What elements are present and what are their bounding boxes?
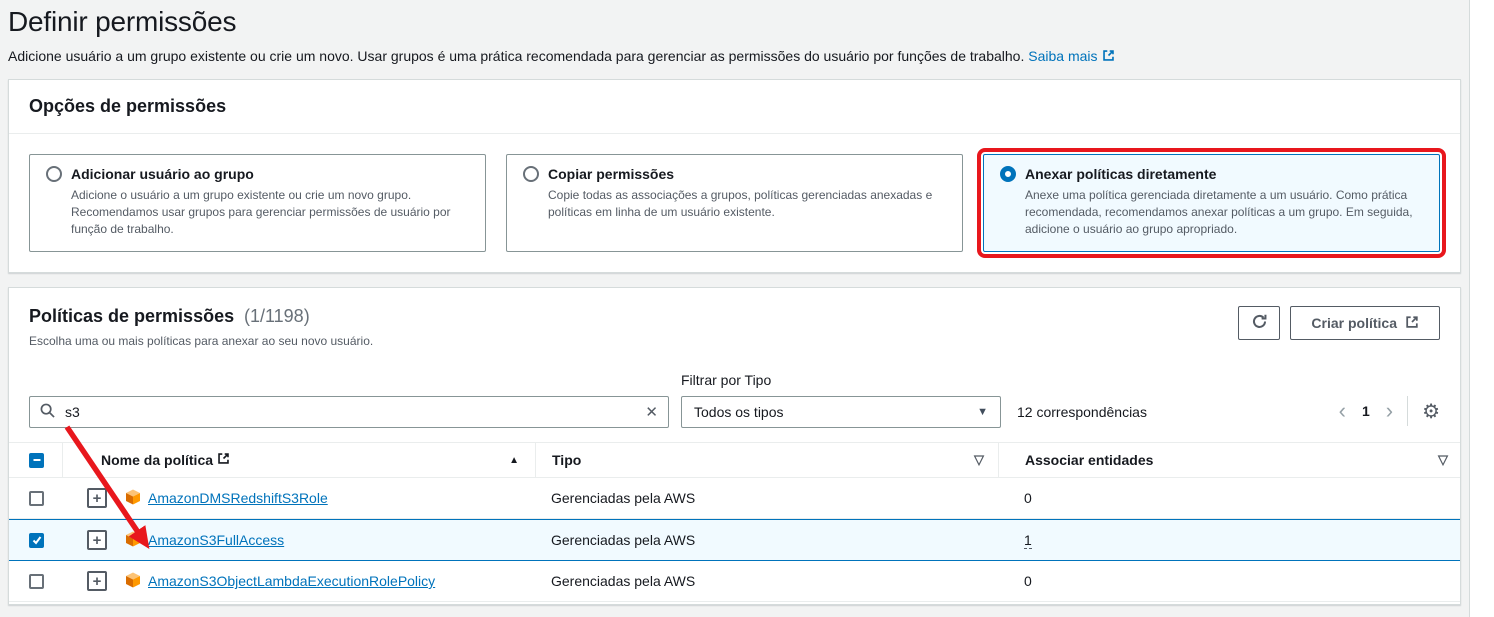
- row-checkbox-unchecked[interactable]: [29, 491, 44, 506]
- option-card-description: Adicione o usuário a um grupo existente …: [71, 187, 469, 238]
- match-count: 12 correspondências: [1013, 404, 1147, 428]
- policies-table: Nome da política ▲ Tipo ▽ Associar entid…: [9, 442, 1460, 602]
- option-card-description: Copie todas as associações a grupos, pol…: [548, 187, 946, 221]
- filter-icon[interactable]: ▽: [1438, 452, 1448, 468]
- learn-more-label: Saiba mais: [1028, 48, 1097, 64]
- policy-type: Gerenciadas pela AWS: [551, 490, 695, 506]
- option-card-description: Anexe uma política gerenciada diretament…: [1025, 187, 1423, 238]
- next-page-icon[interactable]: ›: [1386, 400, 1393, 422]
- learn-more-link[interactable]: Saiba mais: [1028, 48, 1114, 64]
- pagination: ‹ 1 ›: [1339, 400, 1393, 428]
- option-card-add-user-to-group[interactable]: Adicionar usuário ao grupo Adicione o us…: [29, 154, 486, 252]
- policy-name-link[interactable]: AmazonS3FullAccess: [148, 532, 284, 548]
- option-card-title: Copiar permissões: [548, 166, 674, 182]
- policy-type: Gerenciadas pela AWS: [551, 573, 695, 589]
- policies-title: Políticas de permissões: [29, 306, 234, 326]
- filter-icon[interactable]: ▽: [974, 452, 984, 468]
- page-title: Definir permissões: [8, 6, 1461, 38]
- table-row: + AmazonDMSRedshiftS3Role Gerenciadas pe…: [9, 478, 1460, 519]
- policy-search-input[interactable]: [63, 403, 637, 421]
- row-checkbox-unchecked[interactable]: [29, 574, 44, 589]
- row-checkbox-checked[interactable]: [29, 533, 44, 548]
- policy-name-link[interactable]: AmazonDMSRedshiftS3Role: [148, 490, 328, 506]
- page-number[interactable]: 1: [1362, 403, 1370, 419]
- permissions-options-container: Opções de permissões Adicionar usuário a…: [8, 79, 1461, 273]
- table-header-row: Nome da política ▲ Tipo ▽ Associar entid…: [9, 442, 1460, 478]
- option-card-copy-permissions[interactable]: Copiar permissões Copie todas as associa…: [506, 154, 963, 252]
- policy-name-link[interactable]: AmazonS3ObjectLambdaExecutionRolePolicy: [148, 573, 435, 589]
- policy-icon: [125, 572, 141, 591]
- search-icon: [40, 403, 55, 421]
- external-link-icon: [217, 452, 230, 468]
- policies-description: Escolha uma ou mais políticas para anexa…: [29, 334, 373, 348]
- type-filter-select[interactable]: Todos os tipos ▼: [681, 396, 1001, 428]
- expand-row-icon[interactable]: +: [87, 488, 107, 508]
- option-card-title: Anexar políticas diretamente: [1025, 166, 1216, 182]
- permissions-policies-container: Políticas de permissões (1/1198) Escolha…: [8, 287, 1461, 605]
- attached-entities-count: 0: [1024, 490, 1032, 506]
- radio-unselected-icon[interactable]: [523, 166, 539, 182]
- create-policy-label: Criar política: [1311, 315, 1397, 331]
- previous-page-icon[interactable]: ‹: [1339, 400, 1346, 422]
- expand-row-icon[interactable]: +: [87, 571, 107, 591]
- type-filter-value: Todos os tipos: [694, 404, 784, 420]
- refresh-icon: [1251, 313, 1268, 333]
- create-policy-button[interactable]: Criar política: [1290, 306, 1440, 340]
- radio-selected-icon[interactable]: [1000, 166, 1016, 182]
- attached-entities-count-link[interactable]: 1: [1024, 532, 1032, 549]
- page-subtitle-text: Adicione usuário a um grupo existente ou…: [8, 48, 1024, 64]
- column-header-policy-name[interactable]: Nome da política: [101, 452, 213, 468]
- refresh-button[interactable]: [1238, 306, 1280, 340]
- policies-title-block: Políticas de permissões (1/1198) Escolha…: [29, 306, 373, 348]
- policy-icon: [125, 531, 141, 550]
- select-all-checkbox-indeterminate[interactable]: [29, 453, 44, 468]
- clear-search-icon[interactable]: ✕: [645, 405, 658, 420]
- table-row: + AmazonS3ObjectLambdaExecutionRolePolic…: [9, 561, 1460, 602]
- expand-row-icon[interactable]: +: [87, 530, 107, 550]
- options-body: Adicionar usuário ao grupo Adicione o us…: [9, 134, 1460, 272]
- option-card-title: Adicionar usuário ao grupo: [71, 166, 254, 182]
- type-filter-label: Filtrar por Tipo: [681, 372, 1001, 388]
- page-header: Definir permissões Adicione usuário a um…: [0, 0, 1469, 65]
- options-header: Opções de permissões: [9, 80, 1460, 134]
- column-header-attached-entities[interactable]: Associar entidades: [1025, 452, 1153, 468]
- page-canvas: Definir permissões Adicione usuário a um…: [0, 0, 1470, 617]
- option-card-attach-policies-directly[interactable]: Anexar políticas diretamente Anexe uma p…: [983, 154, 1440, 252]
- policy-icon: [125, 489, 141, 508]
- policies-count: (1/1198): [244, 306, 310, 326]
- radio-unselected-icon[interactable]: [46, 166, 62, 182]
- settings-gear-icon[interactable]: ⚙: [1422, 399, 1440, 428]
- table-row-selected: + AmazonS3FullAccess Gerenciadas pela AW…: [9, 519, 1460, 561]
- external-link-icon: [1405, 315, 1419, 332]
- external-link-icon: [1102, 49, 1115, 65]
- page-subtitle: Adicione usuário a um grupo existente ou…: [8, 48, 1461, 65]
- policy-search-box[interactable]: ✕: [29, 396, 669, 428]
- divider: [1407, 396, 1408, 426]
- chevron-down-icon: ▼: [977, 406, 988, 418]
- column-header-type[interactable]: Tipo: [552, 452, 581, 468]
- sort-ascending-icon[interactable]: ▲: [509, 455, 519, 466]
- policy-type: Gerenciadas pela AWS: [551, 532, 695, 548]
- attached-entities-count: 0: [1024, 573, 1032, 589]
